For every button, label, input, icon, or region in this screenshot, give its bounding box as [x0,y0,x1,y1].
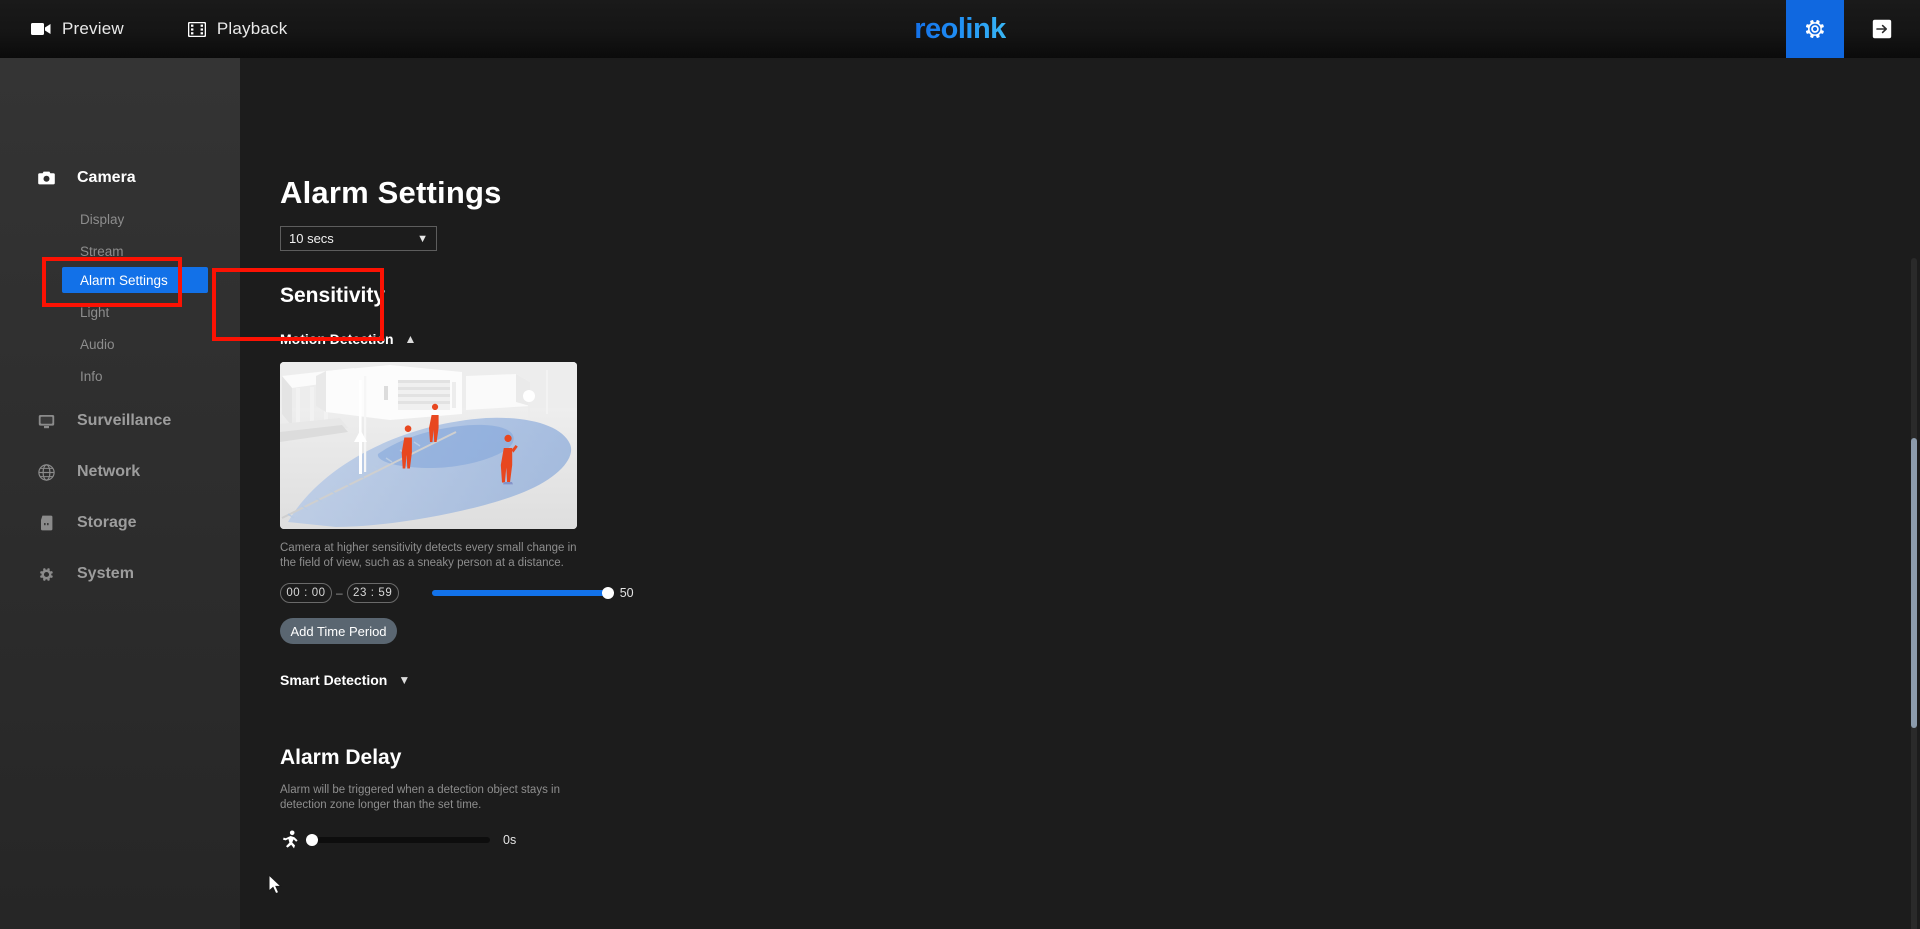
sidebar-item-light-label: Light [80,304,110,320]
settings-button[interactable] [1786,0,1844,58]
alarm-delay-title: Alarm Delay [280,746,402,769]
alarm-delay-row: 0s [280,830,1480,849]
tab-playback[interactable]: Playback [184,0,292,58]
detection-zone-illustration [280,362,577,529]
alarm-delay-slider-knob[interactable] [306,833,318,846]
sidebar-item-camera[interactable]: Camera [0,159,240,197]
sidebar-item-display-label: Display [80,211,125,227]
sd-card-icon [38,515,55,531]
sensitivity-title: Sensitivity [280,284,386,307]
sidebar-item-surveillance-label: Surveillance [77,412,172,429]
chevron-up-icon: ▲ [404,332,417,346]
motion-detection-accordion[interactable]: Motion Detection ▲ [280,331,416,347]
tab-preview-label: Preview [62,19,124,38]
main-scrollbar-track[interactable] [1911,258,1917,929]
alarm-delay-slider-track[interactable] [306,833,490,846]
main-scrollbar-thumb[interactable] [1911,438,1917,728]
settings-panel: Alarm Settings 10 secs ▼ Sensitivity Mot… [280,58,1480,849]
chevron-down-icon: ▼ [417,232,428,245]
gear-icon [38,566,55,583]
sidebar-item-storage[interactable]: Storage [0,504,240,542]
sidebar-item-alarm-settings-label: Alarm Settings [80,272,168,288]
globe-icon [38,463,55,481]
time-period-start[interactable]: 00 : 00 [280,583,332,603]
sidebar-item-info[interactable]: Info [0,360,240,392]
smart-detection-accordion[interactable]: Smart Detection ▼ [280,672,410,688]
tab-playback-label: Playback [216,19,288,38]
time-period-end[interactable]: 23 : 59 [346,583,399,603]
sidebar-item-camera-label: Camera [77,169,136,186]
sidebar-item-audio-label: Audio [80,336,115,352]
sensitivity-slider[interactable]: 50 [431,586,634,600]
sidebar-item-surveillance[interactable]: Surveillance [0,402,240,440]
logout-button[interactable] [1844,0,1920,58]
gear-icon [1803,17,1827,41]
sidebar-item-stream[interactable]: Stream [0,235,240,267]
film-strip-icon [187,21,206,37]
alarm-delay-slider-value: 0s [503,832,517,847]
sidebar-item-info-label: Info [80,368,103,384]
monitor-icon [38,414,55,429]
sidebar-item-light[interactable]: Light [0,296,240,328]
main-content: Alarm Settings 10 secs ▼ Sensitivity Mot… [240,58,1920,929]
sidebar-item-system[interactable]: System [0,555,240,593]
page-title: Alarm Settings [280,175,502,210]
sensitivity-slider-track[interactable] [431,587,614,599]
sidebar-item-network[interactable]: Network [0,453,240,491]
logout-arrow-icon [1872,19,1892,39]
tab-preview[interactable]: Preview [27,0,128,58]
alarm-duration-select-value: 10 secs [289,231,334,246]
camera-icon [38,171,55,185]
top-bar: Preview Playback reolink [0,0,1920,58]
running-person-icon [280,830,299,849]
sidebar: Camera Display Stream Alarm Settings Lig… [0,58,240,929]
sidebar-item-audio[interactable]: Audio [0,328,240,360]
video-camera-icon [31,22,51,36]
sidebar-item-storage-label: Storage [77,514,137,531]
sidebar-item-system-label: System [77,565,134,582]
time-period-row: 00 : 00 – 23 : 59 50 [280,583,1480,603]
sensitivity-slider-fill [431,590,608,596]
sensitivity-slider-value: 50 [619,586,634,600]
sidebar-item-alarm-settings[interactable]: Alarm Settings [62,267,208,293]
alarm-duration-select[interactable]: 10 secs ▼ [280,226,437,251]
sidebar-item-network-label: Network [77,463,141,480]
motion-detection-label: Motion Detection [280,331,394,347]
sidebar-item-display[interactable]: Display [0,203,240,235]
add-time-period-button[interactable]: Add Time Period [280,618,397,644]
smart-detection-label: Smart Detection [280,672,388,688]
time-period-separator: – [336,586,343,600]
sidebar-item-stream-label: Stream [80,243,124,259]
chevron-down-icon: ▼ [398,673,411,687]
brand-logo-text: reolink [914,12,1006,45]
sensitivity-help-text: Camera at higher sensitivity detects eve… [280,542,577,569]
alarm-delay-help-text: Alarm will be triggered when a detection… [280,784,560,811]
sensitivity-slider-knob[interactable] [601,587,614,599]
topbar-actions [1786,0,1920,58]
